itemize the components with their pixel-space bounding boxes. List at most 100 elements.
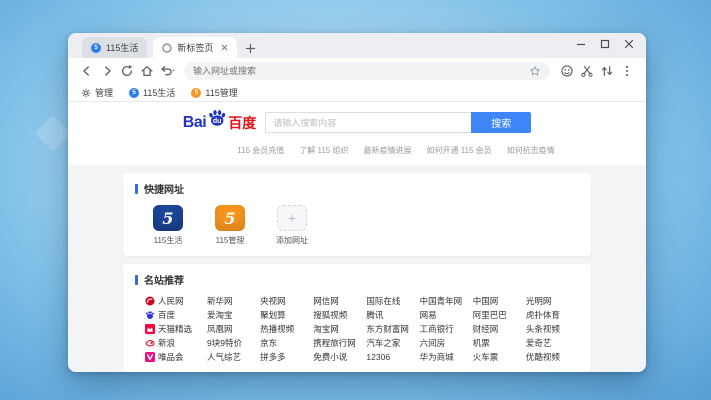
bookmark-star-icon[interactable] [529,65,541,77]
minimize-button[interactable] [576,39,586,49]
baidu-search-input[interactable] [265,112,471,133]
bookmark-manage[interactable]: 管理 [81,86,113,99]
sina-icon [145,338,155,348]
site-link[interactable]: 拼多多 [260,351,313,362]
site-link[interactable]: 中国网 [473,295,526,306]
site-link[interactable]: 9块9特价 [207,337,260,348]
maximize-button[interactable] [600,39,610,49]
quick-site-115-manage[interactable]: 5 115管理 [207,205,253,246]
menu-kebab-icon[interactable] [617,61,637,81]
new-tab-page: Bai du 百度 [68,102,646,372]
site-link[interactable]: 东方财富网 [366,323,419,334]
bookmark-115-manage[interactable]: 5 115管理 [191,86,237,99]
close-button[interactable] [624,39,634,49]
site-link[interactable]: 爱奇艺 [526,337,579,348]
hot-link[interactable]: 了解 115 组织 [299,145,348,156]
site-link[interactable]: 免费小说 [313,351,366,362]
quick-sites-title: 快捷网址 [144,181,184,196]
hot-link[interactable]: 如何抗击疫情 [507,145,555,156]
feedback-face-icon[interactable] [557,61,577,81]
site-link[interactable]: 央视网 [260,295,313,306]
undo-navigation-icon[interactable] [157,61,177,81]
forward-button[interactable] [97,61,117,81]
toolbar [68,58,646,84]
traffic-updown-icon[interactable] [597,61,617,81]
tab-new-tab[interactable]: 新标签页 [153,37,237,58]
hot-link[interactable]: 如何开通 115 会员 [426,145,491,156]
bookmark-label: 管理 [95,86,113,99]
hot-link[interactable]: 115 会员充值 [237,145,284,156]
site-cell: 唯品会 [145,351,207,362]
site-link[interactable]: 百度 [158,309,175,321]
tab-strip: 5 115生活 新标签页 [68,33,646,58]
site-link[interactable]: 优酷视频 [526,351,579,362]
site-link[interactable]: 汽车之家 [366,337,419,348]
address-bar[interactable] [184,62,550,80]
bookmark-label: 115管理 [205,86,237,99]
bookmark-115-life[interactable]: 5 115生活 [129,86,175,99]
quick-site-115-life[interactable]: 5 115生活 [145,205,191,246]
site-link[interactable]: 网易 [420,309,473,320]
site-link[interactable]: 国际在线 [366,295,419,306]
site-link[interactable]: 虎扑体育 [526,309,579,320]
site-link[interactable]: 新华网 [207,295,260,306]
tile-label: 添加网址 [269,235,315,246]
vipshop-icon [145,352,155,362]
site-link[interactable]: 淘宝网 [313,323,366,334]
bookmarks-bar: 管理 5 115生活 5 115管理 [68,84,646,102]
site-link[interactable]: 爱淘宝 [207,309,260,320]
site-link[interactable]: 天猫精选 [158,323,192,335]
tab-115-life[interactable]: 5 115生活 [82,37,147,58]
site-link[interactable]: 12306 [366,351,419,362]
site-link[interactable]: 携程旅行网 [313,337,366,348]
site-link[interactable]: 光明网 [526,295,579,306]
desktop-background: 5 115生活 新标签页 [0,0,711,400]
address-input[interactable] [193,66,529,76]
new-tab-favicon [162,43,172,53]
site-link[interactable]: 唯品会 [158,351,184,363]
site-link[interactable]: 火车票 [473,351,526,362]
reload-button[interactable] [117,61,137,81]
site-link[interactable]: 人民网 [158,295,184,307]
site-link[interactable]: 头条视频 [526,323,579,334]
tile-115-manage[interactable]: 5 [215,205,245,231]
site-link[interactable]: 新浪 [158,337,175,349]
site-link[interactable]: 华为商城 [420,351,473,362]
site-link[interactable]: 网信网 [313,295,366,306]
site-cell: 天猫精选 [145,323,207,334]
tab-label: 115生活 [106,41,138,54]
tmall-icon [145,324,155,334]
site-link[interactable]: 京东 [260,337,313,348]
window-controls [576,39,634,49]
baidu-search-button[interactable]: 搜索 [471,112,531,133]
site-link[interactable]: 工商银行 [420,323,473,334]
site-link[interactable]: 中国青年网 [420,295,473,306]
baidu-logo-cn: 百度 [228,113,256,133]
screenshot-scissors-icon[interactable] [577,61,597,81]
tile-115-life[interactable]: 5 [153,205,183,231]
add-site-tile[interactable]: + [277,205,307,231]
site-link[interactable]: 机票 [473,337,526,348]
section-bar [135,184,138,194]
site-link[interactable]: 聚划算 [260,309,313,320]
site-cell: 百度 [145,309,207,320]
site-link[interactable]: 搜狐视频 [313,309,366,320]
home-button[interactable] [137,61,157,81]
tile-label: 115生活 [145,235,191,246]
browser-window: 5 115生活 新标签页 [68,33,646,372]
site-link[interactable]: 阿里巴巴 [473,309,526,320]
tab-label: 新标签页 [177,41,213,54]
site-link[interactable]: 人气综艺 [207,351,260,362]
tab-close-icon[interactable] [221,44,228,51]
add-site-button[interactable]: + 添加网址 [269,205,315,246]
hot-links-row: 115 会员充值 了解 115 组织 最新疫情进展 如何开通 115 会员 如何… [146,137,646,165]
site-link[interactable]: 热播视频 [260,323,313,334]
site-link[interactable]: 财经网 [473,323,526,334]
site-link[interactable]: 凤凰网 [207,323,260,334]
site-link[interactable]: 六间房 [420,337,473,348]
section-bar [135,275,138,285]
site-link[interactable]: 腾讯 [366,309,419,320]
hot-link[interactable]: 最新疫情进展 [363,145,411,156]
new-tab-button[interactable] [245,43,256,54]
back-button[interactable] [77,61,97,81]
